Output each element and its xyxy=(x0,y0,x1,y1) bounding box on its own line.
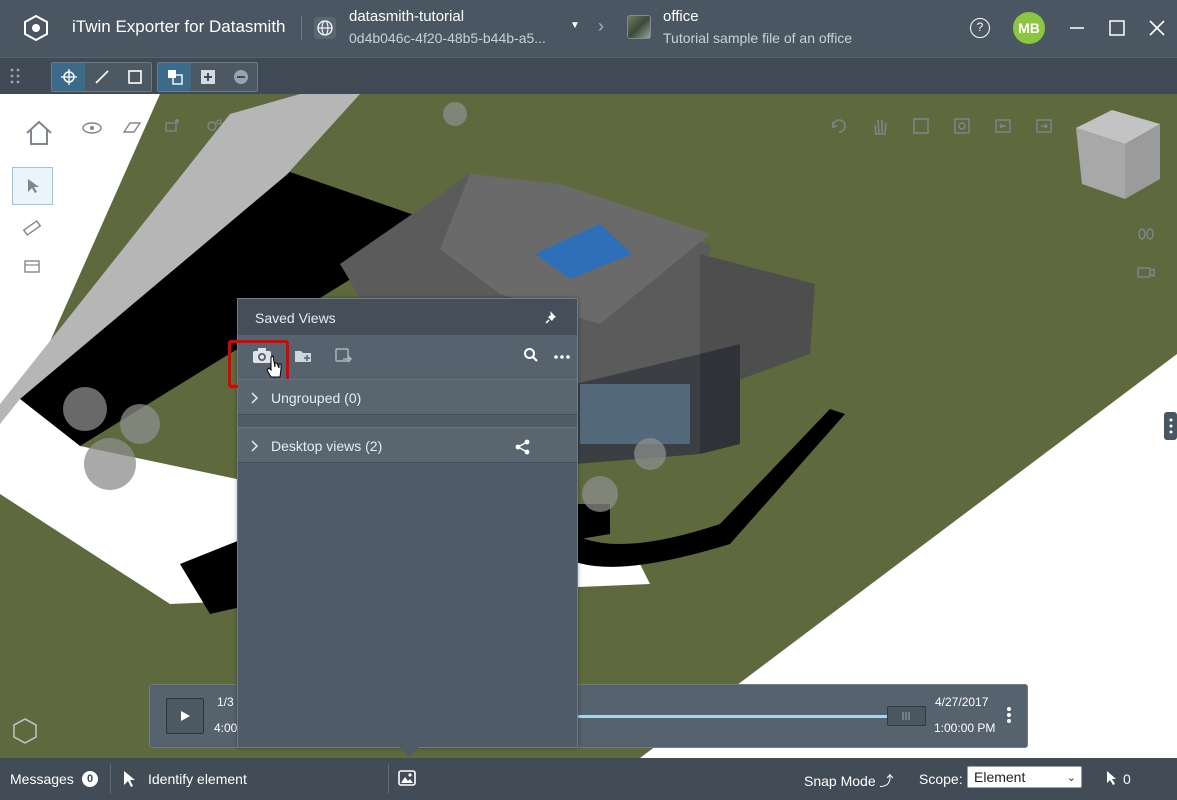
drag-grip-icon[interactable] xyxy=(9,68,21,84)
share-icon[interactable] xyxy=(514,438,532,456)
window-area-icon[interactable] xyxy=(950,114,974,138)
more-horizontal-icon[interactable] xyxy=(552,349,572,359)
snap-mode-button[interactable]: Snap Mode ⤴ xyxy=(804,771,894,791)
selection-pointer-icon xyxy=(1105,770,1117,786)
status-bar: Messages 0 Identify element Snap Mode ⤴ … xyxy=(0,758,1177,800)
scope-value: Element xyxy=(974,769,1026,785)
saved-views-panel: Saved Views Ungrouped (0) Desktop views … xyxy=(228,298,578,757)
panel-pointer xyxy=(399,747,419,757)
chevron-right-icon xyxy=(249,391,259,405)
maximize-button[interactable] xyxy=(1103,14,1131,42)
measure-area-button[interactable] xyxy=(118,63,151,91)
camera-icon[interactable] xyxy=(1134,260,1158,284)
timeline-start-time: 4:00 xyxy=(214,721,238,735)
itwin-logo-icon xyxy=(22,14,50,42)
messages-label[interactable]: Messages xyxy=(10,771,74,787)
status-divider xyxy=(388,764,389,794)
selection-tool-group xyxy=(157,62,258,92)
select-add-button[interactable] xyxy=(191,63,224,91)
title-divider xyxy=(301,16,302,40)
project-dropdown-icon[interactable]: ▼ xyxy=(570,20,580,31)
chevron-down-icon: ⌄ xyxy=(1066,772,1076,784)
globe-icon xyxy=(314,17,336,39)
model-render xyxy=(0,94,1177,758)
snap-icon: ⤴ xyxy=(879,773,894,789)
3d-viewport[interactable] xyxy=(0,94,1177,758)
measure-tool-icon[interactable] xyxy=(20,216,44,240)
select-remove-button[interactable] xyxy=(224,63,257,91)
timeline-track[interactable] xyxy=(578,715,888,718)
home-icon[interactable] xyxy=(24,118,54,148)
user-avatar[interactable]: MB xyxy=(1013,12,1045,44)
measure-distance-button[interactable] xyxy=(85,63,118,91)
scope-select[interactable]: Element ⌄ xyxy=(967,766,1082,788)
measure-tool-group xyxy=(51,62,152,92)
title-bar: iTwin Exporter for Datasmith datasmith-t… xyxy=(0,0,1177,57)
group-label: Desktop views (2) xyxy=(271,438,383,454)
pin-icon[interactable] xyxy=(544,309,560,325)
chevron-right-icon xyxy=(249,439,259,453)
messages-count-badge: 0 xyxy=(82,771,98,787)
section-tools-icon[interactable] xyxy=(160,114,184,138)
search-icon[interactable] xyxy=(523,347,539,363)
itwin-watermark-icon xyxy=(10,716,40,746)
side-panel-handle[interactable] xyxy=(1164,412,1177,440)
snap-mode-label: Snap Mode xyxy=(804,773,876,789)
group-desktop-views[interactable]: Desktop views (2) xyxy=(238,427,577,463)
more-options-icon[interactable] xyxy=(1005,705,1013,725)
close-button[interactable] xyxy=(1143,14,1171,42)
project-name[interactable]: datasmith-tutorial xyxy=(349,8,464,25)
mouse-cursor-icon xyxy=(266,355,288,378)
pan-icon[interactable] xyxy=(868,114,892,138)
measure-point-button[interactable] xyxy=(52,63,85,91)
imodel-name[interactable]: office xyxy=(663,8,699,25)
pointer-icon xyxy=(122,770,136,788)
redo-view-icon[interactable] xyxy=(1032,114,1056,138)
selection-count: 0 xyxy=(1123,771,1131,787)
timeline-end-date: 4/27/2017 xyxy=(935,695,989,709)
timeline-end-time: 1:00:00 PM xyxy=(934,721,996,735)
group-label: Ungrouped (0) xyxy=(271,390,362,406)
add-group-folder-icon[interactable] xyxy=(293,345,315,367)
tool-bar xyxy=(0,57,1177,94)
group-ungrouped[interactable]: Ungrouped (0) xyxy=(238,379,577,415)
breadcrumb-chevron-icon: › xyxy=(598,16,604,36)
saved-views-title: Saved Views xyxy=(255,310,336,326)
scope-label: Scope: xyxy=(919,771,963,787)
saved-views-toolbar xyxy=(228,335,577,388)
walk-mode-icon[interactable] xyxy=(1134,222,1158,246)
timeline-scrubber[interactable] xyxy=(887,706,926,726)
move-view-icon[interactable] xyxy=(333,345,355,367)
app-title: iTwin Exporter for Datasmith xyxy=(72,17,286,36)
play-button[interactable] xyxy=(166,698,204,734)
imodel-thumbnail xyxy=(627,15,651,39)
undo-view-icon[interactable] xyxy=(991,114,1015,138)
help-button[interactable]: ? xyxy=(970,18,990,38)
select-tool-button[interactable] xyxy=(12,167,53,205)
model-tools-icon[interactable] xyxy=(202,114,226,138)
saved-views-header: Saved Views xyxy=(238,299,577,335)
eye-icon[interactable] xyxy=(80,116,104,140)
minimize-button[interactable] xyxy=(1063,14,1091,42)
section-box-icon[interactable] xyxy=(20,254,44,278)
timeline-start-date: 1/3 xyxy=(217,695,234,709)
view-clip-icon[interactable] xyxy=(120,114,144,138)
saved-views-icon[interactable] xyxy=(397,768,417,788)
imodel-description: Tutorial sample file of an office xyxy=(663,30,853,46)
status-divider xyxy=(110,764,111,794)
tool-prompt: Identify element xyxy=(148,771,247,787)
select-box-button[interactable] xyxy=(158,63,191,91)
project-id: 0d4b046c-4f20-48b5-b44b-a5... xyxy=(349,30,546,46)
fit-view-icon[interactable] xyxy=(909,114,933,138)
rotate-icon[interactable] xyxy=(827,114,851,138)
